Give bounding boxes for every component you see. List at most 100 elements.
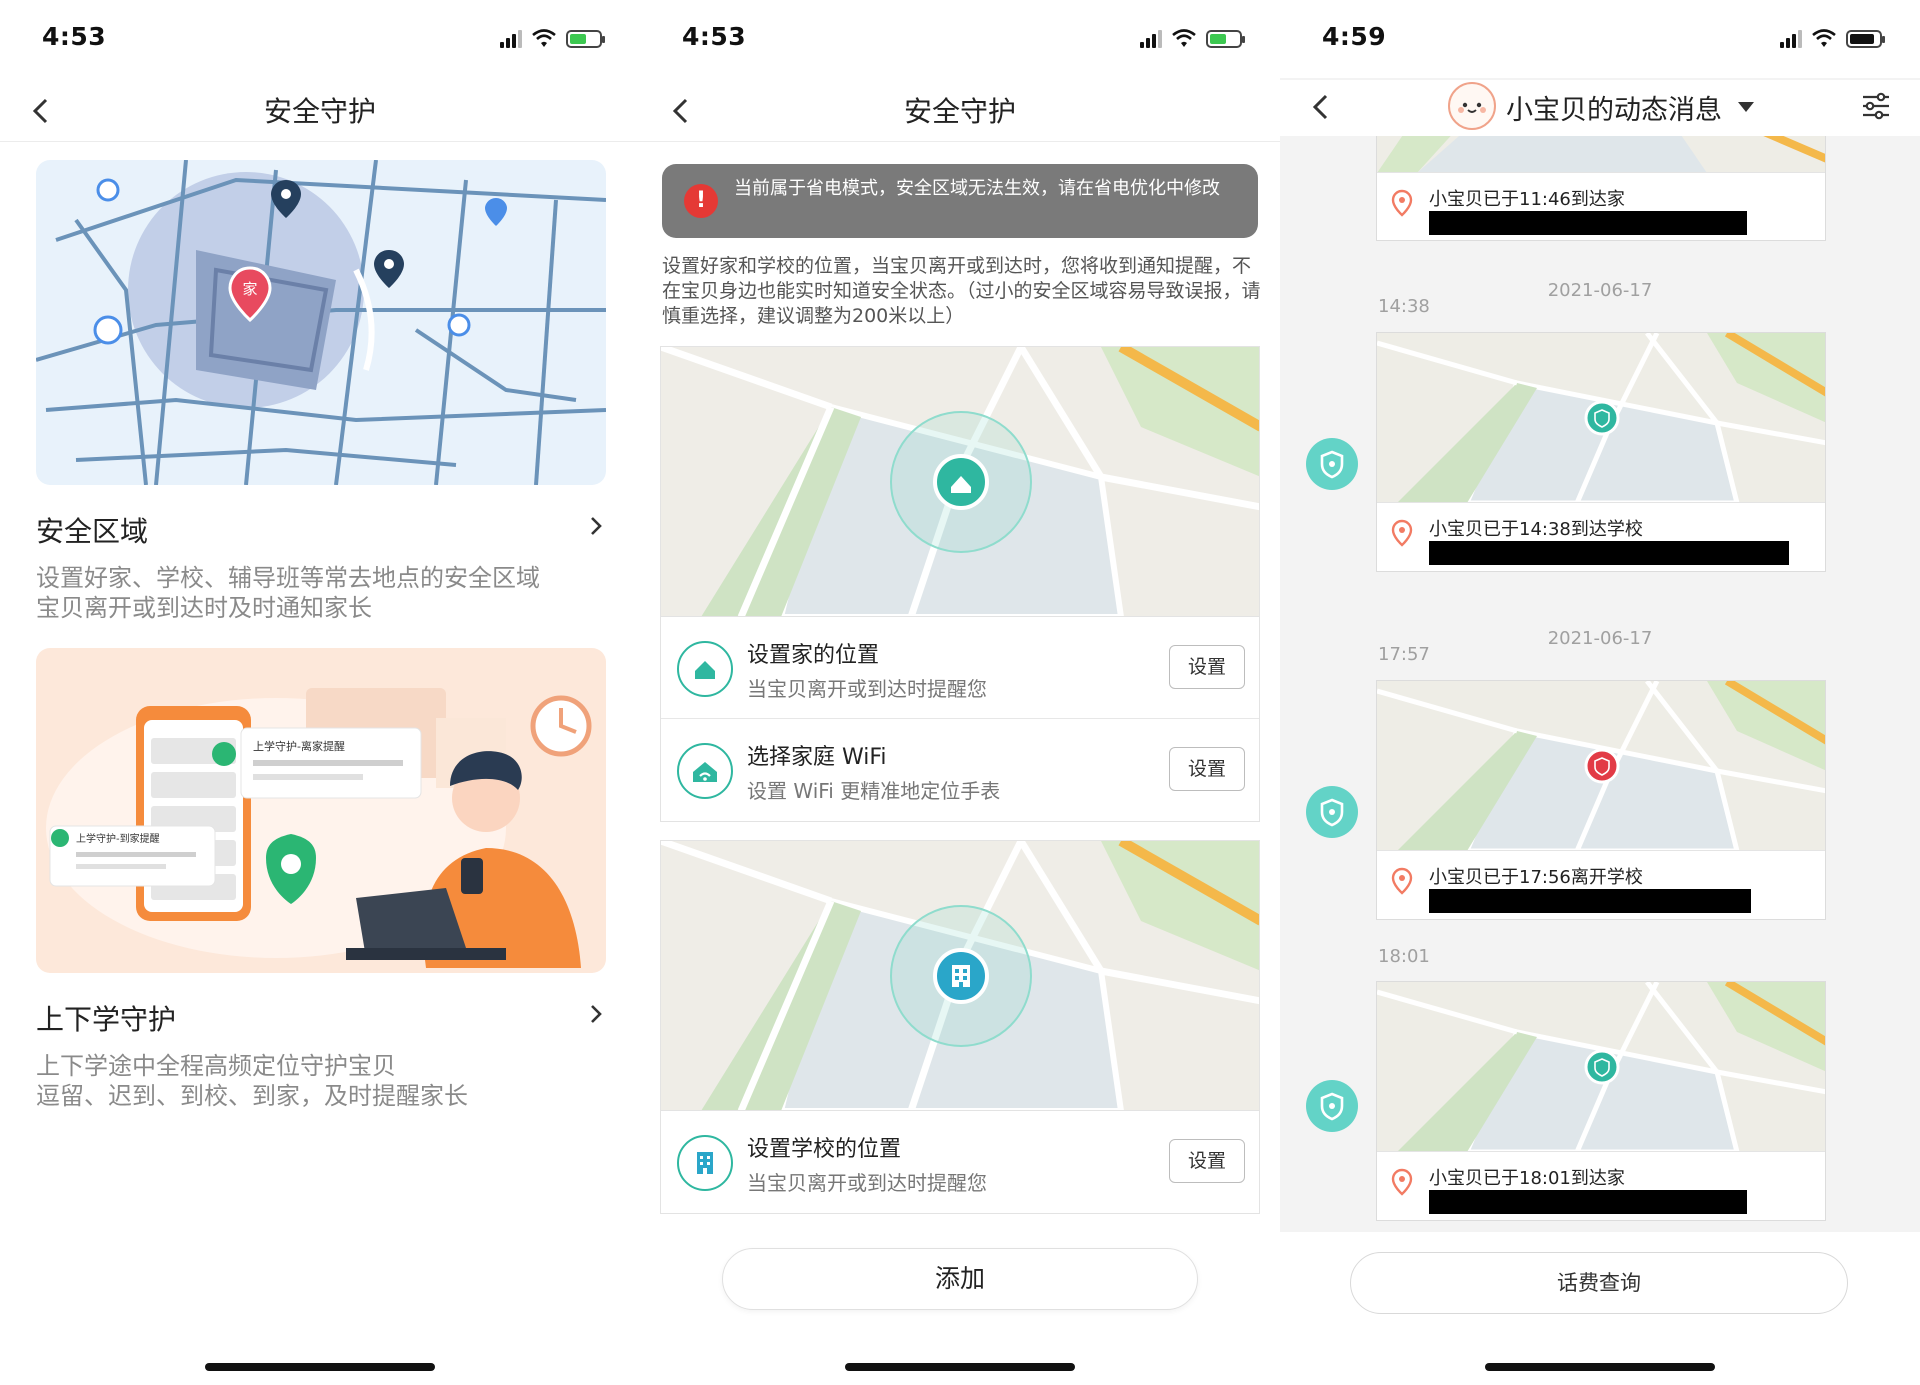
home-map[interactable] (661, 347, 1259, 617)
feed-date: 2021-06-17 (1547, 628, 1653, 649)
feed-time: 14:38 (1378, 296, 1430, 317)
commute-guard-desc-1: 上下学途中全程高频定位守护宝贝 (36, 1052, 396, 1080)
location-pin-icon (1391, 519, 1413, 547)
feed-time: 17:57 (1378, 644, 1430, 665)
svg-text:上学守护-到家提醒: 上学守护-到家提醒 (76, 832, 160, 845)
city-map-icon: 家 (36, 160, 606, 485)
set-school-button[interactable]: 设置 (1169, 1139, 1245, 1183)
safe-zone-desc-1: 设置好家、学校、辅导班等常去地点的安全区域 (36, 564, 540, 592)
shield-icon (1306, 1080, 1358, 1132)
status-time: 4:53 (682, 22, 747, 51)
bill-query-button[interactable]: 话费查询 (1350, 1252, 1848, 1314)
shield-icon (1306, 786, 1358, 838)
set-home-button[interactable]: 设置 (1169, 645, 1245, 689)
set-school-subtitle: 当宝贝离开或到达时提醒您 (747, 1171, 987, 1195)
battery-icon (1846, 30, 1885, 48)
set-home-row[interactable]: 设置家的位置 当宝贝离开或到达时提醒您 设置 (661, 617, 1259, 719)
signal-icon (1780, 30, 1802, 48)
map-icon (661, 841, 1259, 1110)
child-avatar-icon[interactable] (1448, 82, 1496, 130)
feed-card[interactable]: 小宝贝已于17:56离开学校 (1376, 680, 1826, 920)
status-time: 4:53 (42, 22, 107, 51)
wifi-home-icon (677, 743, 733, 799)
location-pin-icon (1391, 189, 1413, 217)
safe-zone-title[interactable]: 安全区域 (36, 510, 148, 550)
school-icon (677, 1135, 733, 1191)
feed-body: 小宝贝已于18:01到达家 (1377, 1152, 1825, 1220)
commute-guard-illustration[interactable]: 上学守护-离家提醒 上学守护-到家提醒 (36, 648, 606, 973)
set-school-title: 设置学校的位置 (747, 1137, 902, 1162)
feed-time: 18:01 (1378, 946, 1430, 967)
nav-bar: 安全守护 (0, 80, 640, 142)
feed-date: 2021-06-17 (1547, 280, 1653, 301)
page-title: 安全守护 (903, 95, 1016, 128)
chevron-right-icon[interactable] (586, 512, 606, 540)
filter-sliders-icon[interactable] (1860, 90, 1892, 122)
intro-text: 设置好家和学校的位置，当宝贝离开或到达时，您将收到通知提醒，不在宝贝身边也能实时… (662, 255, 1261, 327)
safe-zone-settings-screen: 4:53 安全守护 ! 当前属于省电模式，安全区域无法生效，请在省电优化中修改 … (640, 0, 1280, 1385)
home-wifi-row[interactable]: 选择家庭 WiFi 设置 WiFi 更精准地定位手表 设置 (661, 719, 1259, 821)
set-school-row[interactable]: 设置学校的位置 当宝贝离开或到达时提醒您 设置 (661, 1111, 1259, 1213)
svg-text:家: 家 (242, 280, 257, 298)
commute-guard-title[interactable]: 上下学守护 (36, 998, 176, 1038)
school-map[interactable] (661, 841, 1259, 1111)
status-bar: 4:59 (1280, 0, 1920, 78)
feed-text: 小宝贝已于14:38到达学校 (1429, 519, 1643, 540)
commute-scene-icon: 上学守护-离家提醒 上学守护-到家提醒 (46, 688, 592, 968)
add-button[interactable]: 添加 (722, 1248, 1198, 1310)
wifi-icon (1812, 29, 1836, 47)
home-location-card: 设置家的位置 当宝贝离开或到达时提醒您 设置 选择家庭 WiFi 设置 WiFi… (660, 346, 1260, 822)
house-icon (677, 641, 733, 697)
home-indicator[interactable] (1485, 1363, 1715, 1371)
back-arrow-icon[interactable] (1306, 90, 1336, 124)
feed-body: 小宝贝已于14:38到达学校 (1377, 503, 1825, 571)
location-pin-icon (1391, 867, 1413, 895)
power-save-warning[interactable]: ! 当前属于省电模式，安全区域无法生效，请在省电优化中修改 (662, 164, 1258, 238)
battery-icon (1206, 30, 1245, 48)
feed-card[interactable]: 小宝贝已于11:46到达家 (1376, 128, 1826, 241)
redacted-address (1429, 1190, 1747, 1214)
feed-body: 小宝贝已于11:46到达家 (1377, 173, 1825, 240)
home-wifi-button[interactable]: 设置 (1169, 747, 1245, 791)
feed-text: 小宝贝已于11:46到达家 (1429, 189, 1625, 210)
exclamation-icon: ! (684, 184, 718, 218)
feed-card[interactable]: 小宝贝已于14:38到达学校 (1376, 332, 1826, 572)
safe-zone-illustration[interactable]: 家 (36, 160, 606, 485)
feed-card[interactable]: 小宝贝已于18:01到达家 (1376, 981, 1826, 1221)
home-indicator[interactable] (845, 1363, 1075, 1371)
set-home-subtitle: 当宝贝离开或到达时提醒您 (747, 677, 987, 701)
school-location-card: 设置学校的位置 当宝贝离开或到达时提醒您 设置 (660, 840, 1260, 1214)
safety-overview-screen: 4:53 安全守护 家 安全区域 设置好家、学校、辅导班等常去地点的安全区域 宝… (0, 0, 640, 1385)
feed-body: 小宝贝已于17:56离开学校 (1377, 851, 1825, 919)
status-bar: 4:53 (0, 0, 640, 78)
set-home-title: 设置家的位置 (747, 643, 880, 668)
signal-icon (1140, 30, 1162, 48)
chevron-right-icon[interactable] (586, 1000, 606, 1028)
feed-map (1377, 333, 1825, 503)
redacted-address (1429, 211, 1747, 235)
safe-zone-desc-2: 宝贝离开或到达时及时通知家长 (36, 594, 372, 622)
status-bar: 4:53 (640, 0, 1280, 78)
warning-text: 当前属于省电模式，安全区域无法生效，请在省电优化中修改 (734, 178, 1220, 199)
page-title: 安全守护 (263, 95, 376, 128)
home-wifi-title: 选择家庭 WiFi (747, 745, 887, 770)
nav-bar: 安全守护 (640, 80, 1280, 142)
nav-bar: 小宝贝的动态消息 (1280, 80, 1920, 136)
feed-text: 小宝贝已于17:56离开学校 (1429, 867, 1643, 888)
svg-text:上学守护-离家提醒: 上学守护-离家提醒 (253, 739, 345, 753)
redacted-address (1429, 889, 1751, 913)
chevron-down-icon[interactable] (1738, 102, 1754, 112)
commute-guard-desc-2: 逗留、迟到、到校、到家，及时提醒家长 (36, 1082, 468, 1110)
wifi-icon (532, 29, 556, 47)
map-icon (661, 347, 1259, 616)
signal-icon (500, 30, 522, 48)
redacted-address (1429, 541, 1789, 565)
page-title[interactable]: 小宝贝的动态消息 (1506, 88, 1722, 127)
location-pin-icon (1391, 1168, 1413, 1196)
status-time: 4:59 (1322, 22, 1387, 51)
feed-text: 小宝贝已于18:01到达家 (1429, 1168, 1625, 1189)
feed-map (1377, 982, 1825, 1152)
shield-icon (1306, 438, 1358, 490)
battery-icon (566, 30, 605, 48)
home-indicator[interactable] (205, 1363, 435, 1371)
